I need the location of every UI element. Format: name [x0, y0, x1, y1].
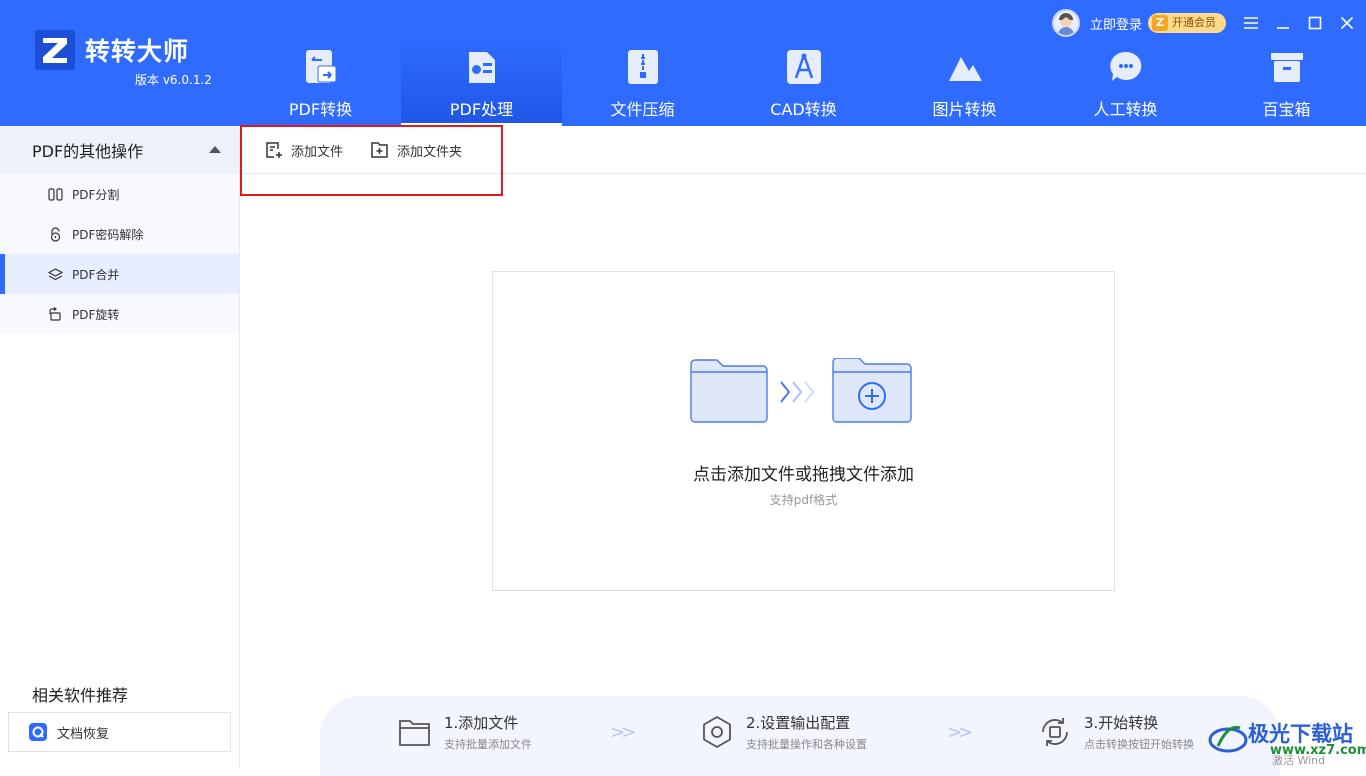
app-logo-icon	[35, 30, 75, 70]
step-add-file: 1.添加文件 支持批量添加文件	[398, 712, 532, 752]
sidebar-item-label: PDF旋转	[72, 307, 120, 322]
main-nav: PDF转换 PDF处理 文件压缩 CAD转换 图片转换 人工转换 百宝箱	[240, 40, 1366, 126]
drop-zone-title: 点击添加文件或拖拽文件添加	[693, 465, 914, 485]
user-avatar-icon	[1058, 13, 1074, 35]
step-desc: 点击转换按钮开始转换	[1084, 738, 1194, 751]
minimize-button[interactable]	[1274, 14, 1292, 32]
step-desc: 支持批量添加文件	[444, 738, 532, 751]
sidebar-item-label: PDF合并	[72, 267, 120, 282]
nav-tab-label: CAD转换	[770, 100, 837, 119]
sidebar-item-pdf-merge[interactable]: PDF合并	[0, 254, 239, 294]
nav-tab-cad[interactable]: CAD转换	[723, 40, 884, 126]
related-software-title: 相关软件推荐	[32, 686, 129, 705]
related-item-doc-recovery[interactable]: 文档恢复	[8, 712, 231, 752]
watermark-logo-icon	[1208, 725, 1248, 753]
vip-button[interactable]: Z 开通会员	[1148, 13, 1227, 33]
hamburger-menu-icon	[1244, 17, 1258, 29]
pdf-process-icon	[468, 52, 495, 83]
nav-tab-label: 人工转换	[1093, 100, 1158, 119]
title-bar: 转转大师 版本 v6.0.1.2 PDF转换 PDF处理 文件压缩 CAD转换 …	[0, 0, 1366, 126]
unlock-icon	[50, 226, 61, 242]
nav-tab-toolbox[interactable]: 百宝箱	[1206, 40, 1366, 126]
sidebar: PDF的其他操作 PDF分割 PDF密码解除 PDF合并 PDF旋转 相关软件推…	[0, 126, 240, 768]
sidebar-group-title: PDF的其他操作	[32, 142, 144, 161]
caret-up-icon	[209, 146, 221, 153]
step-title: 3.开始转换	[1084, 714, 1159, 732]
step-title: 1.添加文件	[444, 714, 519, 732]
drop-zone-hint: 支持pdf格式	[769, 493, 838, 507]
nav-tab-label: 图片转换	[932, 100, 997, 119]
vip-z-icon: Z	[1152, 15, 1169, 31]
add-folder-button[interactable]: 添加文件夹	[370, 138, 462, 162]
nav-tab-manual[interactable]: 人工转换	[1045, 40, 1206, 126]
menu-button[interactable]	[1242, 14, 1260, 32]
sidebar-item-pdf-unlock[interactable]: PDF密码解除	[0, 214, 239, 254]
cad-compass-icon	[786, 50, 821, 84]
sidebar-list: PDF分割 PDF密码解除 PDF合并 PDF旋转	[0, 174, 239, 334]
step-arrow-2: >>	[947, 722, 973, 743]
nav-tab-image[interactable]: 图片转换	[884, 40, 1045, 126]
watermark: 激活 Wind 极光下载站 www.xz7.com	[1206, 716, 1366, 768]
layers-icon	[48, 267, 63, 280]
add-folder-icon	[371, 142, 388, 158]
nav-tab-compress[interactable]: 文件压缩	[562, 40, 723, 126]
app-version: 版本 v6.0.1.2	[135, 73, 212, 87]
sidebar-item-pdf-split[interactable]: PDF分割	[0, 174, 239, 214]
avatar[interactable]	[1052, 9, 1080, 37]
sidebar-item-label: PDF分割	[72, 187, 120, 202]
close-button[interactable]	[1338, 14, 1356, 32]
chat-bubble-icon	[1109, 51, 1141, 81]
add-folder-label: 添加文件夹	[397, 144, 463, 160]
folder-icon	[399, 720, 430, 746]
watermark-url: www.xz7.com	[1270, 743, 1366, 758]
file-drop-zone[interactable]: 点击添加文件或拖拽文件添加 支持pdf格式	[492, 271, 1115, 591]
step-title: 2.设置输出配置	[746, 714, 851, 732]
step-arrow-1: >>	[610, 722, 636, 743]
maximize-button[interactable]	[1306, 14, 1324, 32]
related-item-label: 文档恢复	[57, 726, 110, 742]
maximize-icon	[1308, 16, 1322, 30]
folder-transfer-illustration	[690, 358, 912, 423]
sidebar-item-label: PDF密码解除	[72, 227, 144, 242]
split-icon	[48, 187, 63, 201]
zip-icon	[627, 50, 658, 84]
steps-bar: 1.添加文件 支持批量添加文件 >> 2.设置输出配置 支持批量操作和各种设置 …	[320, 696, 1280, 776]
add-file-label: 添加文件	[291, 144, 344, 160]
add-file-button[interactable]: 添加文件	[264, 138, 343, 162]
window-controls	[1242, 14, 1356, 32]
rotate-icon	[49, 306, 61, 321]
nav-tab-label: 文件压缩	[610, 100, 675, 119]
sidebar-group-header[interactable]: PDF的其他操作	[0, 126, 239, 174]
nav-tab-label: PDF处理	[449, 100, 514, 119]
convert-icon	[1042, 718, 1068, 746]
nav-tab-label: 百宝箱	[1262, 100, 1311, 119]
add-file-icon	[266, 142, 282, 158]
mountain-image-icon	[948, 57, 982, 81]
app-title: 转转大师	[85, 37, 190, 66]
vip-label: 开通会员	[1172, 16, 1217, 29]
nav-tab-pdf-process[interactable]: PDF处理	[401, 40, 562, 126]
settings-hex-icon	[703, 715, 731, 749]
toolbox-icon	[1270, 53, 1303, 82]
nav-tab-label: PDF转换	[288, 100, 353, 119]
minimize-icon	[1277, 27, 1289, 29]
nav-tab-pdf-convert[interactable]: PDF转换	[240, 40, 401, 126]
login-link[interactable]: 立即登录	[1090, 14, 1142, 33]
recovery-app-icon	[29, 723, 47, 741]
step-settings: 2.设置输出配置 支持批量操作和各种设置	[700, 712, 867, 752]
sidebar-item-pdf-rotate[interactable]: PDF旋转	[0, 294, 239, 334]
pdf-convert-icon	[305, 50, 336, 83]
user-area: 立即登录 Z 开通会员	[1052, 9, 1227, 37]
toolbar: 添加文件 添加文件夹	[240, 126, 1366, 174]
step-start-convert: 3.开始转换 点击转换按钮开始转换	[1038, 712, 1194, 752]
close-icon	[1340, 16, 1354, 30]
step-desc: 支持批量操作和各种设置	[746, 738, 867, 751]
